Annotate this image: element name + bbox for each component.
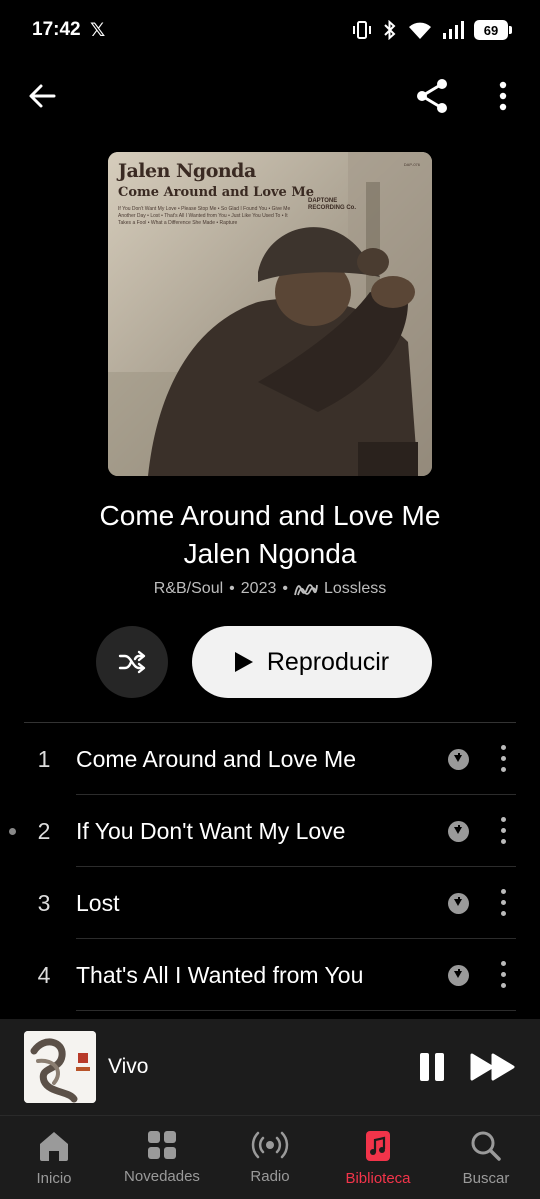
play-icon xyxy=(234,652,253,672)
grid-icon xyxy=(148,1131,176,1159)
download-icon[interactable] xyxy=(448,821,469,842)
top-navigation xyxy=(0,70,540,120)
now-playing-dot-icon xyxy=(9,828,16,835)
shuffle-icon xyxy=(118,650,146,674)
track-row[interactable]: 1 Come Around and Love Me xyxy=(0,723,540,795)
bluetooth-icon xyxy=(384,20,396,40)
track-title: Come Around and Love Me xyxy=(76,746,357,772)
track-number: 1 xyxy=(37,746,51,772)
tab-label: Radio xyxy=(250,1168,290,1185)
vibrate-icon xyxy=(353,21,371,39)
tab-label: Novedades xyxy=(124,1168,200,1185)
track-more-button[interactable] xyxy=(494,744,514,774)
pause-button[interactable] xyxy=(418,1049,446,1085)
mini-player-artwork[interactable] xyxy=(24,1031,96,1103)
music-library-icon xyxy=(366,1131,390,1161)
status-time: 17:42 xyxy=(32,19,81,40)
pause-icon xyxy=(420,1053,429,1081)
cover-photo xyxy=(108,152,432,476)
track-more-button[interactable] xyxy=(494,960,514,990)
cover-artist-text: Jalen Ngonda xyxy=(118,160,256,182)
pause-icon xyxy=(435,1053,444,1081)
track-title: Lost xyxy=(76,890,120,916)
artwork-image xyxy=(24,1031,96,1103)
status-bar: 17:42 𝕏 69 xyxy=(0,0,540,62)
cover-title-text: Come Around and Love Me xyxy=(118,185,315,200)
wifi-icon xyxy=(409,22,431,39)
battery-icon: 69 xyxy=(474,20,512,40)
shuffle-button[interactable] xyxy=(96,626,168,698)
tab-buscar[interactable]: Buscar xyxy=(432,1116,540,1199)
tab-label: Buscar xyxy=(462,1170,510,1187)
track-title: If You Don't Want My Love xyxy=(76,818,346,844)
home-icon xyxy=(40,1132,68,1161)
album-year: 2023 xyxy=(240,580,277,597)
album-cover: Jalen Ngonda Come Around and Love Me If … xyxy=(108,152,432,476)
track-number: 4 xyxy=(37,962,51,988)
tab-biblioteca[interactable]: Biblioteca xyxy=(324,1116,432,1199)
signal-icon xyxy=(443,21,464,39)
search-icon xyxy=(471,1131,501,1161)
tab-label: Biblioteca xyxy=(345,1170,411,1187)
x-app-icon: 𝕏 xyxy=(90,20,106,41)
album-meta: R&B/Soul • 2023 • Lossless xyxy=(0,580,540,598)
next-button[interactable] xyxy=(468,1049,518,1085)
mini-player[interactable]: Vivo xyxy=(0,1019,540,1115)
divider xyxy=(76,1010,516,1011)
album-title: Come Around and Love Me xyxy=(99,500,441,531)
meta-separator: • xyxy=(282,580,288,597)
album-artist[interactable]: Jalen Ngonda xyxy=(0,538,540,570)
track-list: 1 Come Around and Love Me 2 If You Don't… xyxy=(0,723,540,1011)
share-button[interactable] xyxy=(414,76,450,116)
play-button[interactable]: Reproducir xyxy=(192,626,432,698)
cover-tracklist-text: If You Don't Want My Love • Please Stop … xyxy=(118,206,291,226)
tab-bar: Inicio Novedades Radio Biblioteca Buscar xyxy=(0,1115,540,1199)
more-vertical-icon xyxy=(499,81,507,111)
track-title: That's All I Wanted from You xyxy=(76,962,364,988)
album-quality: Lossless xyxy=(323,580,387,597)
tab-novedades[interactable]: Novedades xyxy=(108,1116,216,1199)
fast-forward-icon xyxy=(470,1053,515,1081)
track-more-button[interactable] xyxy=(494,816,514,846)
meta-separator: • xyxy=(229,580,235,597)
tab-inicio[interactable]: Inicio xyxy=(0,1116,108,1199)
radio-icon xyxy=(251,1131,289,1159)
cover-label-text: DAPTONE RECORDING Co. xyxy=(308,198,356,211)
more-options-button[interactable] xyxy=(488,78,518,114)
track-row[interactable]: 2 If You Don't Want My Love xyxy=(0,795,540,867)
track-number: 3 xyxy=(37,890,51,916)
tab-radio[interactable]: Radio xyxy=(216,1116,324,1199)
album-genre: R&B/Soul xyxy=(153,580,224,597)
download-icon[interactable] xyxy=(448,893,469,914)
mini-player-title: Vivo xyxy=(108,1055,149,1078)
track-row[interactable]: 4 That's All I Wanted from You xyxy=(0,939,540,1011)
lossless-icon xyxy=(294,584,318,596)
back-button[interactable] xyxy=(24,78,60,114)
cover-catalog-text: DAP-076 xyxy=(403,162,420,167)
share-icon xyxy=(417,79,447,113)
track-more-button[interactable] xyxy=(494,888,514,918)
track-row[interactable]: 3 Lost xyxy=(0,867,540,939)
arrow-left-icon xyxy=(29,84,56,108)
status-icons: 69 xyxy=(352,20,512,40)
track-number: 2 xyxy=(37,818,51,844)
download-icon[interactable] xyxy=(448,965,469,986)
play-button-label: Reproducir xyxy=(266,647,390,676)
tab-label: Inicio xyxy=(36,1170,72,1187)
download-icon[interactable] xyxy=(448,749,469,770)
